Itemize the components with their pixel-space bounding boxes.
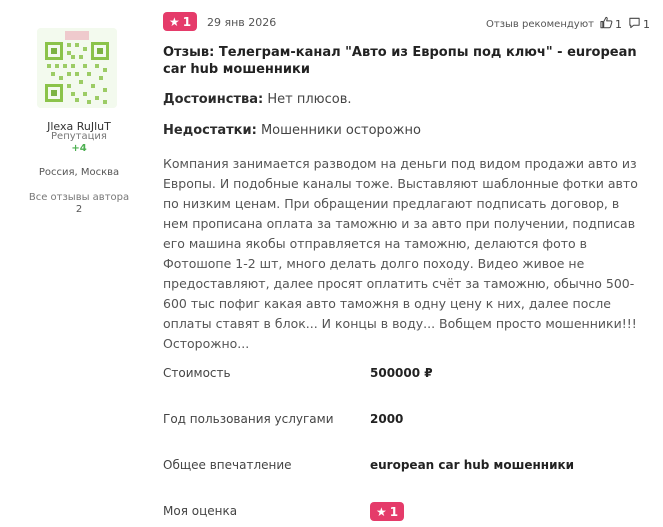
my-rating-label: Моя оценка <box>163 504 238 518</box>
avatar[interactable] <box>37 28 117 108</box>
pros-row: Достоинства: Нет плюсов. <box>163 92 352 107</box>
comments-count: 1 <box>642 18 650 31</box>
review-body: Компания занимается разводом на деньги п… <box>163 156 638 351</box>
author-location: Россия, Москва <box>38 167 120 178</box>
cost-label: Стоимость <box>163 366 231 380</box>
reputation-label: Репутация <box>51 131 107 142</box>
review-date: 29 янв 2026 <box>207 16 277 29</box>
cons-row: Недостатки: Мошенники осторожно <box>163 123 421 138</box>
qr-code-avatar-image <box>37 28 117 108</box>
all-reviews-link[interactable]: Все отзывы автора <box>0 192 158 203</box>
star-icon: ★ <box>169 14 180 29</box>
all-reviews-count: 2 <box>75 204 83 215</box>
rating-value: 1 <box>182 14 192 29</box>
impression-value: european car hub мошенники <box>370 458 575 472</box>
my-rating-badge: ★ 1 <box>370 502 405 521</box>
cost-value: 500000 ₽ <box>370 366 433 380</box>
pros-label: Достоинства: <box>163 92 264 107</box>
year-label: Год пользования услугами <box>163 412 334 426</box>
star-icon: ★ <box>376 504 387 519</box>
my-rating-value: 1 <box>389 504 399 519</box>
cons-text: Мошенники осторожно <box>260 123 421 138</box>
thumbs-up-icon[interactable] <box>600 16 613 33</box>
review-title[interactable]: Отзыв: Телеграм-канал "Авто из Европы по… <box>163 44 653 78</box>
pros-text: Нет плюсов. <box>267 92 352 107</box>
reputation-value: +4 <box>71 143 87 154</box>
comment-icon[interactable] <box>628 16 641 33</box>
year-value: 2000 <box>370 412 404 426</box>
rating-badge: ★ 1 <box>163 12 198 31</box>
recommend-label: Отзыв рекомендуют <box>486 19 594 30</box>
recommend-bar: Отзыв рекомендуют 1 1 <box>486 16 650 33</box>
cons-label: Недостатки: <box>163 123 257 138</box>
likes-count: 1 <box>614 18 622 31</box>
impression-label: Общее впечатление <box>163 458 292 472</box>
